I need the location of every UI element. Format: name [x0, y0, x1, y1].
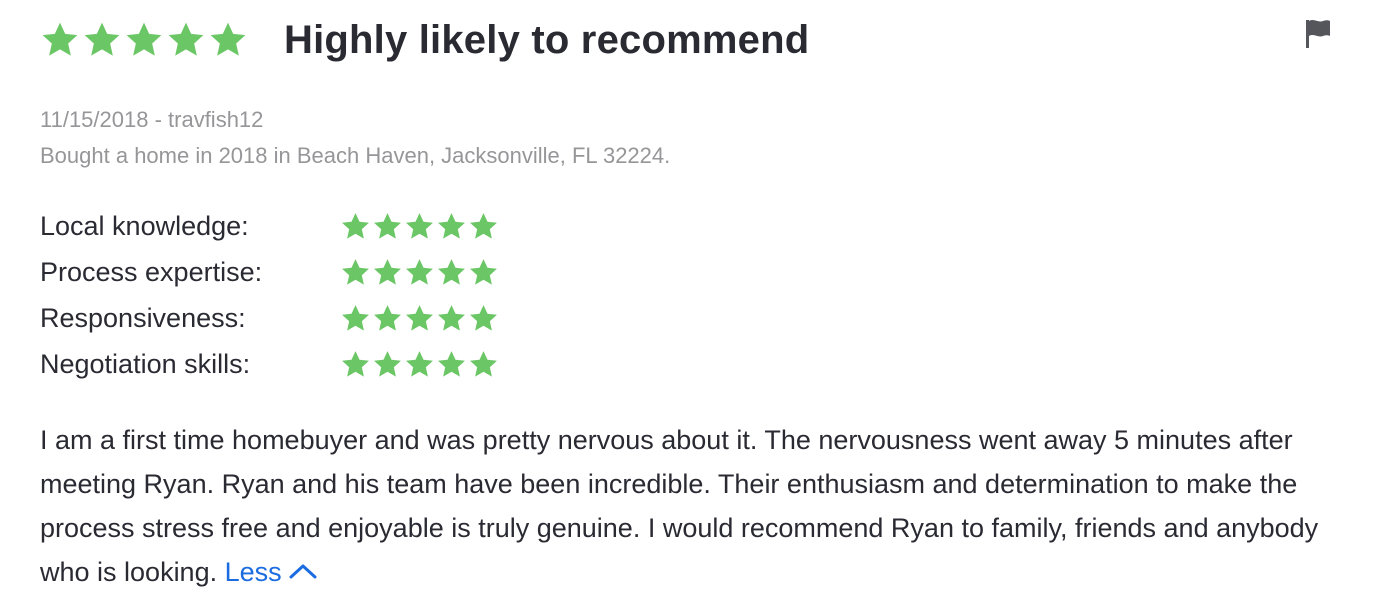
sub-rating-star-icon — [340, 211, 371, 242]
review-meta: 11/15/2018 - travfish12 Bought a home in… — [40, 102, 670, 174]
sub-rating-label: Process expertise: — [40, 256, 263, 287]
sub-rating-row: Responsiveness: — [40, 295, 740, 341]
overall-star-icon — [124, 20, 164, 60]
sub-rating-row: Local knowledge: — [40, 203, 740, 249]
sub-rating-label: Responsiveness: — [40, 302, 246, 333]
overall-star-icon — [166, 20, 206, 60]
sub-rating-star-icon — [436, 349, 467, 380]
sub-rating-star-icon — [468, 257, 499, 288]
sub-rating-star-icon — [340, 349, 371, 380]
chevron-up-icon — [288, 549, 318, 593]
review-header: Highly likely to recommend — [40, 12, 809, 68]
sub-rating-stars — [340, 349, 500, 380]
overall-star-icon — [82, 20, 122, 60]
flag-icon[interactable] — [1303, 17, 1333, 51]
sub-rating-stars — [340, 211, 500, 242]
sub-rating-label: Negotiation skills: — [40, 348, 251, 379]
sub-rating-star-icon — [468, 211, 499, 242]
sub-rating-star-icon — [372, 257, 403, 288]
review-transaction: Bought a home in 2018 in Beach Haven, Ja… — [40, 143, 671, 168]
review-card: Highly likely to recommend 11/15/2018 - … — [0, 0, 1384, 614]
sub-rating-star-icon — [404, 303, 435, 334]
sub-rating-star-icon — [436, 257, 467, 288]
sub-rating-star-icon — [340, 257, 371, 288]
overall-rating-stars — [40, 20, 250, 60]
sub-rating-label: Local knowledge: — [40, 210, 249, 241]
sub-rating-star-icon — [404, 211, 435, 242]
review-title: Highly likely to recommend — [284, 17, 810, 62]
review-body: I am a first time homebuyer and was pret… — [40, 418, 1340, 596]
sub-rating-stars — [340, 257, 500, 288]
sub-rating-star-icon — [436, 303, 467, 334]
sub-rating-star-icon — [372, 349, 403, 380]
less-label: Less — [224, 557, 282, 587]
sub-rating-star-icon — [468, 349, 499, 380]
overall-star-icon — [208, 20, 248, 60]
review-date-author: 11/15/2018 - travfish12 — [40, 107, 264, 132]
less-toggle-link[interactable]: Less — [225, 557, 318, 587]
sub-rating-star-icon — [372, 303, 403, 334]
overall-star-icon — [40, 20, 80, 60]
sub-ratings: Local knowledge: Process expertise: Respon… — [40, 203, 740, 387]
sub-rating-star-icon — [436, 211, 467, 242]
sub-rating-star-icon — [372, 211, 403, 242]
sub-rating-star-icon — [404, 349, 435, 380]
sub-rating-row: Process expertise: — [40, 249, 740, 295]
sub-rating-star-icon — [340, 303, 371, 334]
sub-rating-row: Negotiation skills: — [40, 341, 740, 387]
sub-rating-star-icon — [404, 257, 435, 288]
sub-rating-star-icon — [468, 303, 499, 334]
sub-rating-stars — [340, 303, 500, 334]
